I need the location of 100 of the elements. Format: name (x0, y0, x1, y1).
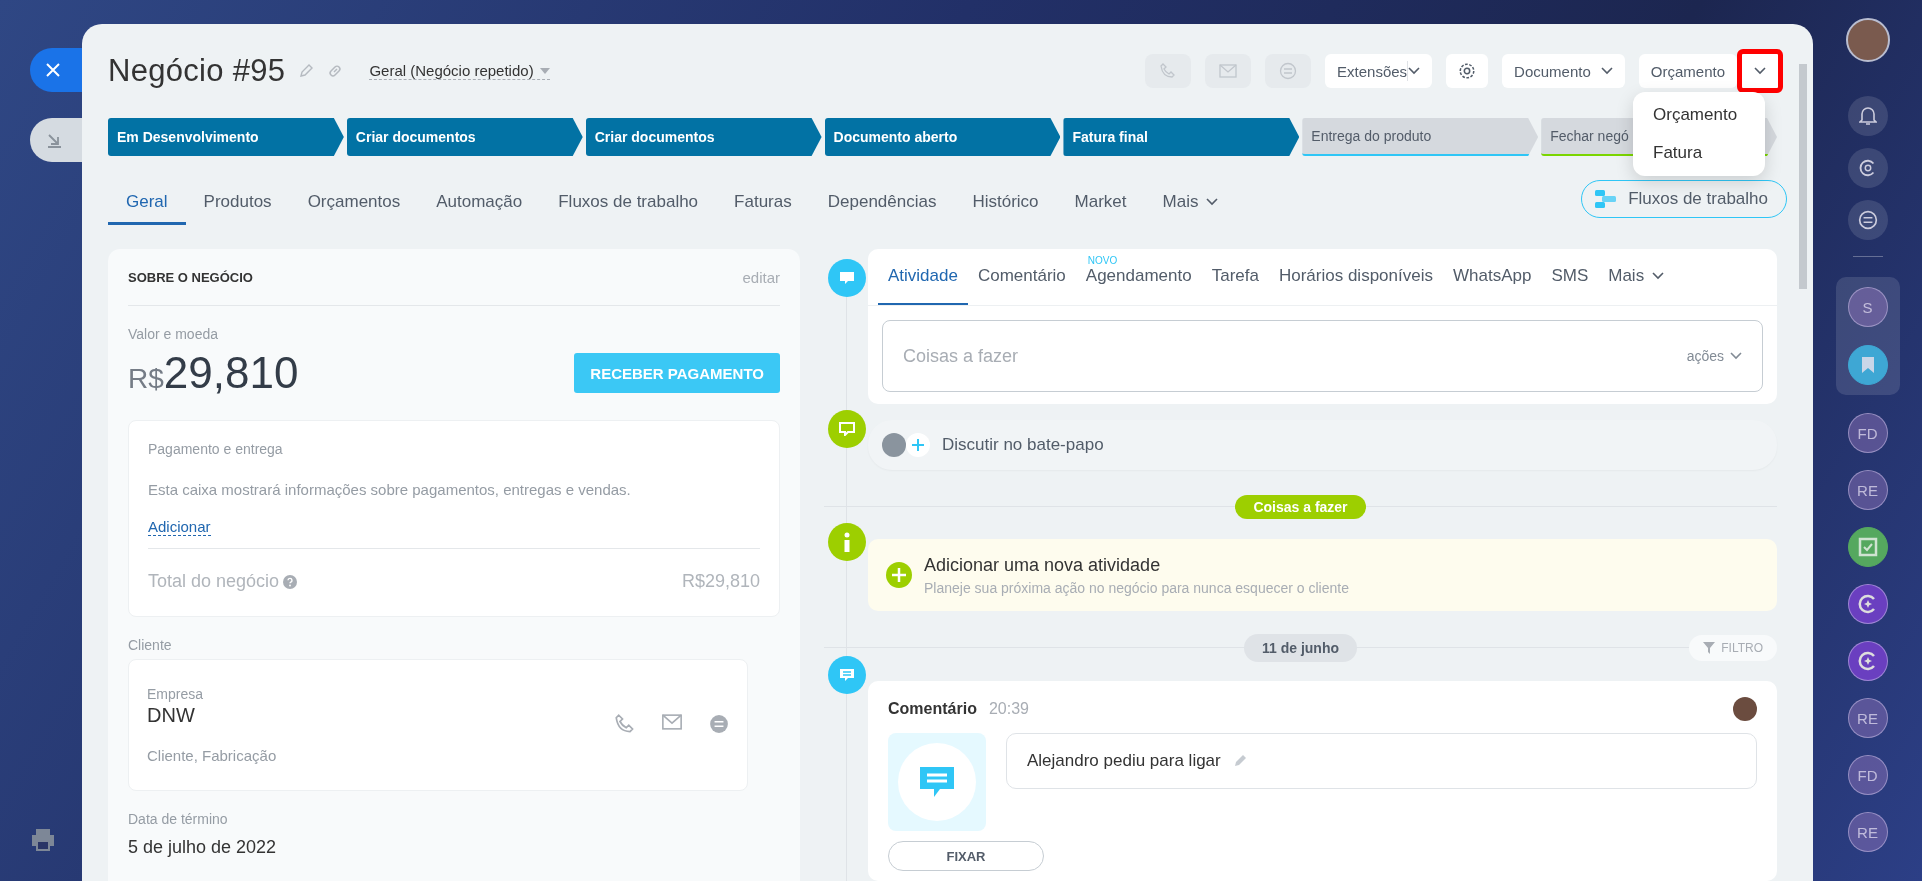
pin-button[interactable]: FIXAR (888, 841, 1044, 871)
caret-icon (1652, 272, 1665, 280)
pencil-icon[interactable] (299, 64, 314, 78)
field-label: Valor e moeda (128, 326, 219, 342)
todo-input[interactable]: Coisas a fazer ações (882, 320, 1763, 392)
section-tab[interactable]: Dependências (809, 181, 955, 225)
box-description: Esta caixa mostrará informações sobre pagamentos, entregas e vendas. (148, 481, 632, 498)
phone-icon (1160, 63, 1177, 79)
info-icon (828, 523, 866, 561)
section-tab[interactable]: Market (1056, 181, 1145, 225)
copilot-icon[interactable] (1847, 584, 1888, 624)
close-icon (46, 63, 60, 77)
activity-tab[interactable]: NOVO Agendamento (1075, 249, 1202, 305)
client-tags: Cliente, Fabricação (147, 747, 277, 764)
section-tab[interactable]: Faturas (716, 181, 810, 225)
filter-icon (1703, 641, 1716, 654)
chat-icon[interactable] (1847, 200, 1888, 240)
scrollbar[interactable] (1799, 64, 1807, 289)
caret-icon (1206, 197, 1219, 206)
activity-tab[interactable]: WhatsApp (1442, 249, 1542, 305)
end-date: 5 de julho de 2022 (128, 837, 278, 858)
user-avatar (1733, 697, 1757, 721)
add-link[interactable]: Adicionar (148, 518, 211, 536)
activity-tab[interactable]: Tarefa (1201, 249, 1269, 305)
todo-divider-label: Coisas a fazer (1235, 494, 1366, 519)
date-divider-label: 11 de junho (1244, 633, 1357, 662)
workflow-icon (1594, 189, 1619, 209)
caret-icon (1600, 67, 1613, 75)
add-activity-card[interactable]: Adicionar uma nova atividade Planeje sua próxima ação no negócio para nunca esquecer o cliente (868, 539, 1777, 611)
comment-time: 20:39 (988, 700, 1029, 718)
extensions-button[interactable]: Extensões (1325, 54, 1433, 88)
section-tab[interactable]: Fluxos de trabalho (540, 181, 717, 225)
chat-label: Discutir no bate-papo (942, 435, 1104, 455)
mail-icon[interactable] (661, 714, 683, 730)
section-tab[interactable]: Automação (418, 181, 541, 225)
activity-tab[interactable]: Atividade (878, 249, 968, 305)
section-tab[interactable]: Geral (108, 181, 186, 225)
pipeline-stage[interactable]: Criar documentos (585, 118, 822, 156)
section-tab[interactable]: Orçamentos (289, 181, 419, 225)
comment-icon (828, 656, 866, 694)
dropdown-toggle[interactable] (1737, 49, 1783, 93)
activity-tab[interactable]: Horários disponíveis (1268, 249, 1443, 305)
printer-icon[interactable] (30, 828, 56, 852)
contact-avatar[interactable]: FD (1847, 413, 1888, 453)
arrow-down-right-icon (46, 132, 62, 148)
phone-icon[interactable] (615, 714, 635, 734)
add-activity-title: Adicionar uma nova atividade (924, 554, 1162, 576)
notification-icon[interactable] (1847, 96, 1888, 136)
user-avatar[interactable] (1845, 18, 1890, 62)
copilot-icon[interactable] (1847, 148, 1888, 188)
client-name[interactable]: DNW (147, 704, 277, 727)
document-button[interactable]: Documento (1502, 54, 1625, 88)
help-icon[interactable] (283, 574, 298, 589)
activity-tab[interactable]: SMS (1541, 249, 1599, 305)
actions-dropdown[interactable]: ações (1686, 348, 1742, 364)
chat-icon (828, 410, 866, 448)
settings-icon (1458, 62, 1477, 80)
menu-item[interactable]: Fatura (1633, 134, 1765, 172)
section-heading: SOBRE O NEGÓCIO (128, 269, 253, 285)
box-title: Pagamento e entrega (148, 441, 284, 457)
pipeline-stage[interactable]: Documento aberto (824, 118, 1061, 156)
pipeline-selector[interactable]: Geral (Negócio repetido) (369, 62, 550, 80)
contact-avatar[interactable]: RE (1847, 812, 1888, 852)
pipeline-stage[interactable]: Criar documentos (346, 118, 583, 156)
add-icon[interactable] (886, 562, 912, 588)
minimize-button[interactable] (30, 118, 82, 162)
client-type: Empresa (147, 686, 205, 702)
deal-amount: 29,810 (163, 348, 299, 398)
pipeline-stage[interactable]: Entrega do produto (1302, 118, 1539, 156)
link-icon[interactable] (327, 63, 344, 79)
pipeline-stage[interactable]: Fatura final (1063, 118, 1300, 156)
settings-button[interactable] (1446, 54, 1489, 88)
section-tab[interactable]: Produtos (185, 181, 290, 225)
discuss-in-chat-bar[interactable]: Discutir no bate-papo (868, 420, 1777, 470)
contact-avatar[interactable]: RE (1847, 698, 1888, 738)
contact-avatar[interactable]: S (1847, 287, 1888, 327)
comment-title: Comentário (888, 700, 977, 718)
section-tab[interactable]: Mais (1144, 181, 1237, 225)
activity-tab[interactable]: Mais (1598, 249, 1675, 305)
menu-item[interactable]: Orçamento (1633, 96, 1765, 134)
close-button[interactable] (30, 48, 82, 92)
comment-text: Alejandro pediu para ligar (1027, 751, 1221, 771)
bookmark-icon[interactable] (1847, 345, 1888, 385)
user-avatar (882, 433, 906, 457)
field-label: Cliente (128, 637, 173, 653)
contact-avatar[interactable]: RE (1847, 470, 1888, 510)
caret-icon (539, 67, 550, 74)
activity-tab[interactable]: Comentário (967, 249, 1076, 305)
estimate-button[interactable]: Orçamento (1638, 54, 1737, 88)
contact-avatar[interactable]: FD (1847, 755, 1888, 795)
pipeline-stage[interactable]: Em Desenvolvimento (108, 118, 344, 156)
field-label: Data de término (128, 811, 229, 827)
currency-symbol: R$ (128, 363, 164, 395)
task-icon[interactable] (1847, 527, 1888, 567)
section-tab[interactable]: Histórico (954, 181, 1057, 225)
copilot-icon[interactable] (1847, 641, 1888, 681)
total-label: Total do negócio (148, 571, 280, 592)
add-icon[interactable] (906, 433, 930, 457)
new-label: NOVO (1087, 255, 1118, 266)
workflows-button[interactable]: Fluxos de trabalho (1581, 180, 1787, 218)
